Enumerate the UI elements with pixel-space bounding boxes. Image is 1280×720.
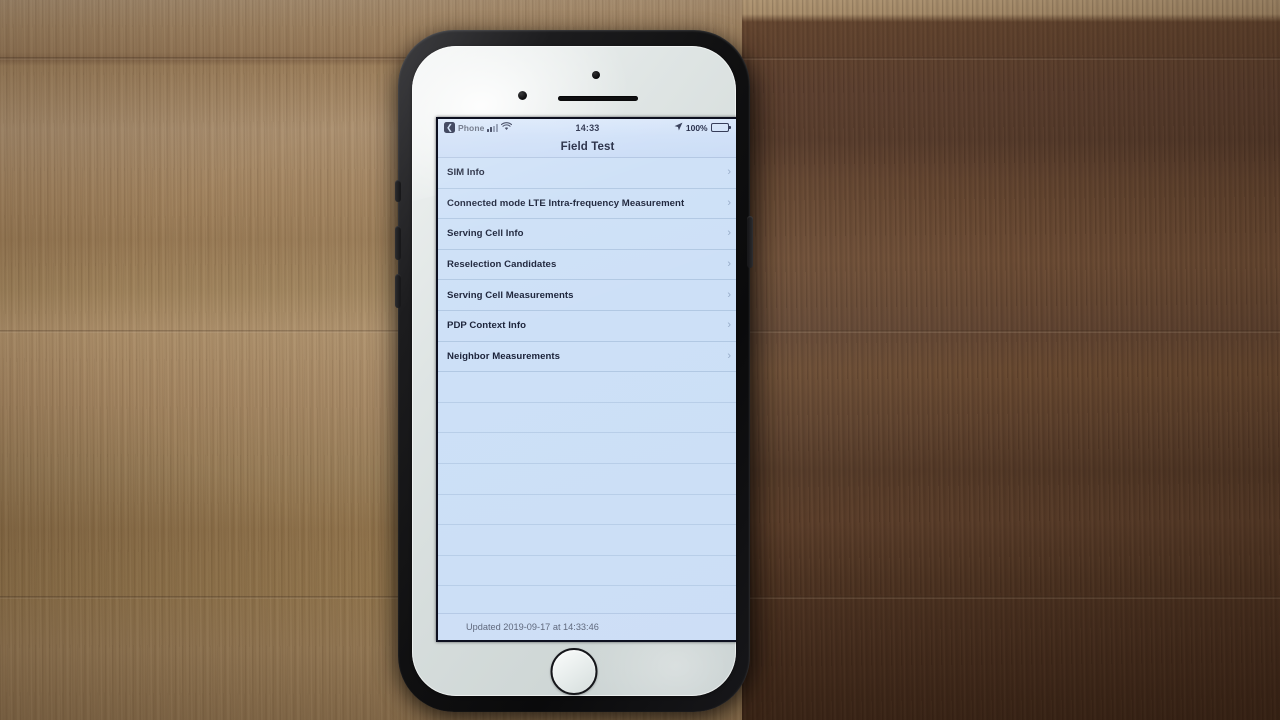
field-test-menu-list[interactable]: SIM Info › Connected mode LTE Intra-freque… [438, 158, 736, 613]
nav-bar: Field Test [438, 136, 736, 158]
phone-body: ❮ Phone 14:33 100% Field Test SIM Info ›… [412, 46, 736, 696]
chevron-right-icon: › [727, 166, 731, 179]
list-item-label: Reselection Candidates [447, 259, 557, 271]
list-item-empty [438, 403, 736, 434]
list-item[interactable]: Reselection Candidates › [438, 250, 736, 281]
list-item-empty [438, 525, 736, 556]
list-item-empty [438, 464, 736, 495]
chevron-right-icon: › [727, 319, 731, 332]
list-item-label: PDP Context Info [447, 320, 526, 332]
list-item[interactable]: Connected mode LTE Intra-frequency Measu… [438, 189, 736, 220]
list-item[interactable]: PDP Context Info › [438, 311, 736, 342]
list-item-label: Serving Cell Measurements [447, 289, 574, 301]
list-item[interactable]: Serving Cell Measurements › [438, 280, 736, 311]
page-title: Field Test [560, 140, 615, 153]
ring-switch-button[interactable] [395, 180, 401, 202]
chevron-right-icon: › [727, 288, 731, 301]
list-item-label: SIM Info [447, 167, 485, 179]
volume-up-button[interactable] [395, 226, 401, 260]
status-bar: ❮ Phone 14:33 100% [438, 119, 736, 136]
list-item-empty [438, 495, 736, 526]
list-item-label: Connected mode LTE Intra-frequency Measu… [447, 197, 685, 209]
earpiece-speaker-icon [558, 96, 638, 101]
front-camera-icon [518, 91, 527, 100]
proximity-sensor-icon [592, 71, 600, 79]
screen-bezel: ❮ Phone 14:33 100% Field Test SIM Info ›… [436, 117, 736, 642]
volume-down-button[interactable] [395, 274, 401, 308]
chevron-right-icon: › [727, 227, 731, 240]
home-button[interactable] [550, 648, 598, 695]
chevron-right-icon: › [727, 196, 731, 209]
list-item[interactable]: SIM Info › [438, 158, 736, 189]
list-item-label: Serving Cell Info [447, 228, 524, 240]
list-item-label: Neighbor Measurements [447, 350, 561, 362]
list-item-empty [438, 433, 736, 464]
power-button[interactable] [747, 216, 753, 268]
list-item[interactable]: Serving Cell Info › [438, 219, 736, 250]
chevron-right-icon: › [727, 258, 731, 271]
updated-timestamp-bar: Updated 2019-09-17 at 14:33:46 [438, 613, 736, 640]
status-bar-clock: 14:33 [575, 122, 600, 133]
updated-timestamp-label: Updated 2019-09-17 at 14:33:46 [466, 622, 599, 632]
list-item-empty [438, 556, 736, 587]
phone-protective-case: ❮ Phone 14:33 100% Field Test SIM Info ›… [395, 30, 753, 712]
phone-screen: ❮ Phone 14:33 100% Field Test SIM Info ›… [438, 119, 736, 640]
chevron-right-icon: › [727, 349, 731, 362]
list-item[interactable]: Neighbor Measurements › [438, 342, 736, 373]
list-item-empty [438, 372, 736, 403]
desk-scene: ❮ Phone 14:33 100% Field Test SIM Info ›… [0, 0, 1280, 720]
